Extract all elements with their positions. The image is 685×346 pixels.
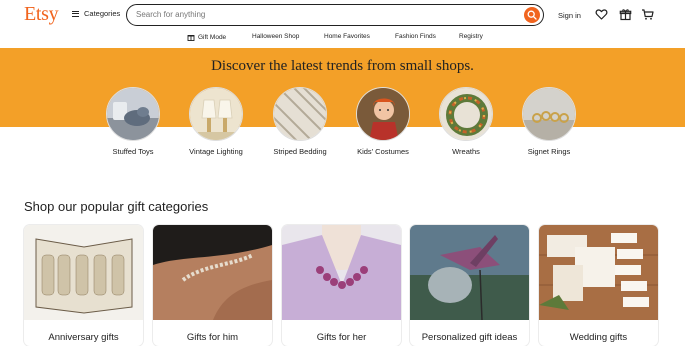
trend-image	[106, 87, 160, 141]
nav-label: Halloween Shop	[252, 33, 300, 40]
nav-halloween-shop[interactable]: Halloween Shop	[252, 33, 299, 40]
trend-kids-costumes[interactable]: Kids' Costumes	[351, 87, 415, 156]
sign-in-link[interactable]: Sign in	[558, 11, 581, 20]
trend-wreaths[interactable]: Wreaths	[434, 87, 498, 156]
search-icon	[527, 10, 537, 20]
gift-card-for-him[interactable]: Gifts for him	[153, 225, 272, 346]
nav-label: Fashion Finds	[395, 33, 436, 40]
card-image	[282, 225, 401, 320]
gift-card-wedding[interactable]: Wedding gifts	[539, 225, 658, 346]
card-label: Personalized gift ideas	[421, 332, 518, 343]
heart-icon[interactable]	[595, 8, 608, 21]
cart-icon[interactable]	[641, 8, 654, 21]
trend-stuffed-toys[interactable]: Stuffed Toys	[101, 87, 165, 156]
trend-label: Signet Rings	[527, 147, 571, 156]
gift-icon	[187, 35, 195, 41]
trend-label: Kids' Costumes	[357, 147, 409, 156]
search-button[interactable]	[524, 6, 540, 23]
nav-gift-mode[interactable]: Gift Mode	[187, 33, 226, 41]
trend-label: Wreaths	[452, 147, 480, 156]
card-label: Gifts for him	[186, 332, 239, 343]
etsy-logo[interactable]: Etsy	[24, 3, 59, 26]
nav-label: Gift Mode	[198, 33, 227, 41]
gift-card-for-her[interactable]: Gifts for her	[282, 225, 401, 346]
nav-registry[interactable]: Registry	[459, 33, 483, 40]
trend-label: Vintage Lighting	[189, 147, 243, 156]
search-input[interactable]: Search for anything	[136, 10, 205, 19]
card-label: Gifts for her	[316, 332, 367, 343]
nav-label: Home Favorites	[324, 33, 370, 40]
search-bar[interactable]: Search for anything	[126, 4, 544, 26]
trend-vintage-lighting[interactable]: Vintage Lighting	[184, 87, 248, 156]
trend-image	[522, 87, 576, 141]
gift-card-personalized[interactable]: Personalized gift ideas	[410, 225, 529, 346]
menu-icon	[72, 10, 79, 17]
nav-label: Registry	[459, 33, 483, 40]
card-image	[153, 225, 272, 320]
nav-home-favorites[interactable]: Home Favorites	[324, 33, 370, 40]
trend-image	[273, 87, 327, 141]
card-label: Wedding gifts	[569, 332, 628, 343]
categories-button[interactable]: Categories	[72, 9, 120, 18]
banner-title: Discover the latest trends from small sh…	[211, 58, 474, 74]
card-label: Anniversary gifts	[48, 332, 119, 343]
gift-section-title: Shop our popular gift categories	[24, 199, 209, 214]
trend-image	[189, 87, 243, 141]
trend-image	[439, 87, 493, 141]
card-image	[24, 225, 143, 320]
trend-image	[356, 87, 410, 141]
trend-label: Striped Bedding	[273, 147, 327, 156]
categories-label: Categories	[84, 9, 121, 18]
trend-striped-bedding[interactable]: Striped Bedding	[268, 87, 332, 156]
trend-label: Stuffed Toys	[112, 147, 154, 156]
gift-card-anniversary[interactable]: Anniversary gifts	[24, 225, 143, 346]
gift-box-icon[interactable]	[619, 8, 632, 21]
site-header: Etsy Categories Search for anything Sign…	[0, 0, 685, 30]
secondary-nav: Gift Mode Halloween Shop Home Favorites …	[0, 30, 685, 46]
trend-signet-rings[interactable]: Signet Rings	[517, 87, 581, 156]
card-image	[410, 225, 529, 320]
nav-fashion-finds[interactable]: Fashion Finds	[395, 33, 436, 40]
card-image	[539, 225, 658, 320]
